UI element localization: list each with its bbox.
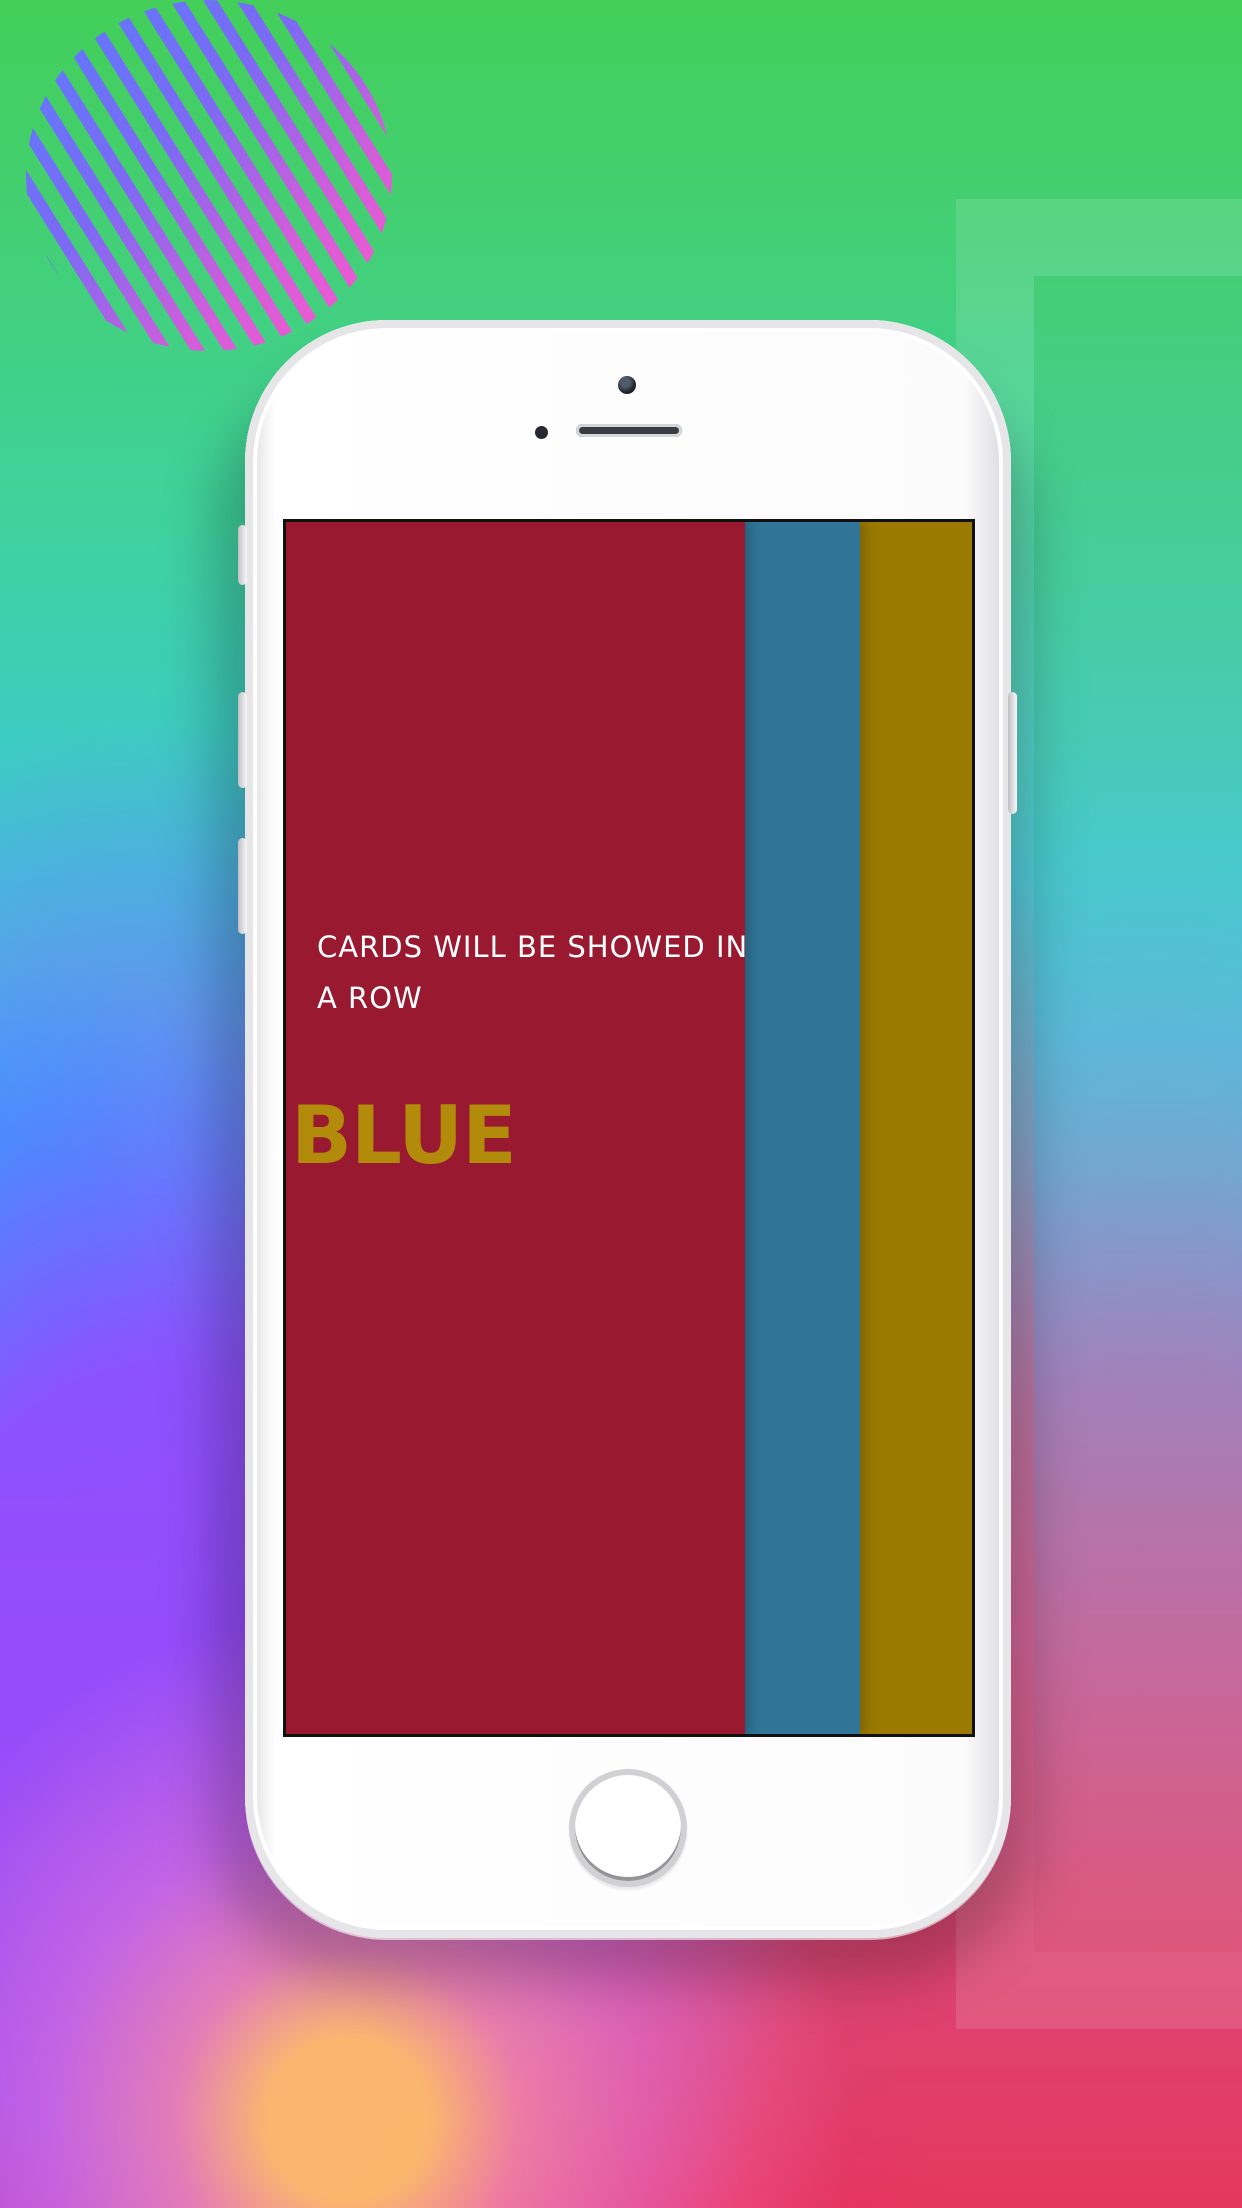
mute-switch: [238, 525, 247, 585]
decorative-frame-inner: [1034, 276, 1242, 1952]
home-button-icon[interactable]: [569, 1769, 687, 1887]
phone-screen: CARDS WILL BE SHOWED IN A ROW BLUE: [283, 519, 975, 1737]
striped-circle-icon: [26, 0, 392, 351]
speaker-icon: [576, 424, 682, 437]
gold-card[interactable]: [860, 522, 972, 1734]
camera-icon: [618, 376, 636, 394]
color-word: BLUE: [291, 1089, 517, 1182]
volume-up-button: [238, 692, 247, 788]
blue-card[interactable]: [745, 522, 860, 1734]
card-caption: CARDS WILL BE SHOWED IN A ROW: [317, 930, 749, 1015]
phone-mockup: CARDS WILL BE SHOWED IN A ROW BLUE: [238, 320, 1017, 1938]
volume-down-button: [238, 838, 247, 934]
proximity-sensor: [535, 426, 548, 439]
power-button: [1008, 692, 1017, 814]
